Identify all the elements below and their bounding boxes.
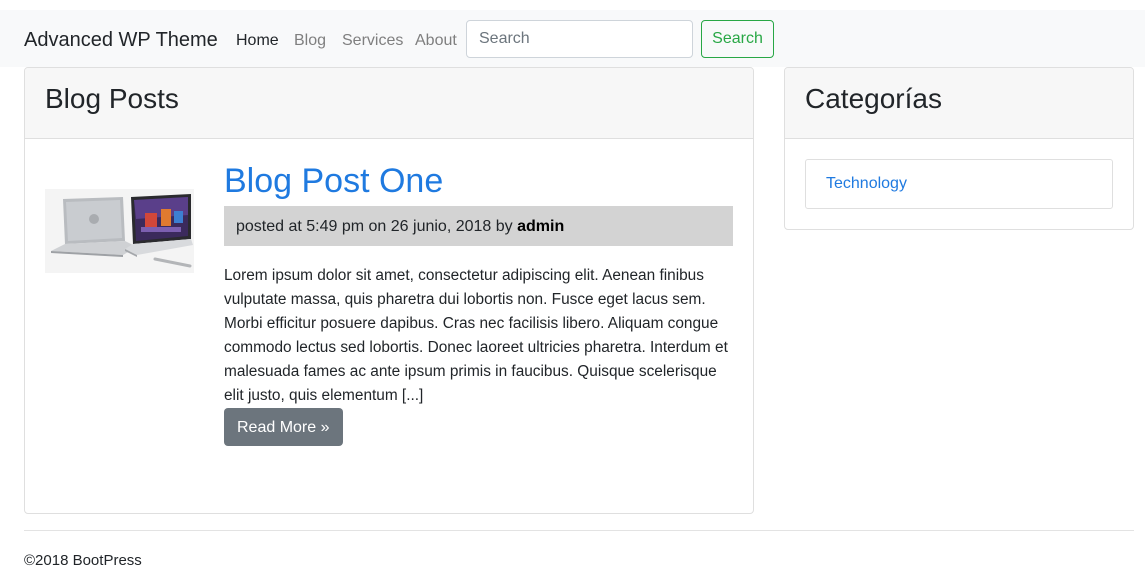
categories-card: Categorías Technology <box>784 67 1134 230</box>
blog-posts-header: Blog Posts <box>25 68 753 139</box>
post-meta-text: posted at 5:49 pm on 26 junio, 2018 by <box>236 218 518 235</box>
category-link-technology[interactable]: Technology <box>826 175 907 192</box>
post-body: Blog Post One posted at 5:49 pm on 26 ju… <box>224 160 733 446</box>
laptop-image-icon <box>45 189 194 273</box>
blog-posts-title: Blog Posts <box>45 83 179 114</box>
blog-posts-card: Blog Posts Blog Post One posted at 5:49 … <box>24 67 754 514</box>
search-input[interactable] <box>466 20 693 58</box>
nav-link-about[interactable]: About <box>415 32 457 50</box>
post-author: admin <box>517 218 565 235</box>
footer-copyright: ©2018 BootPress <box>24 552 142 569</box>
post-thumbnail[interactable] <box>45 189 194 273</box>
read-more-button[interactable]: Read More » <box>224 408 343 446</box>
brand-link[interactable]: Advanced WP Theme <box>24 29 218 52</box>
nav-link-blog[interactable]: Blog <box>294 32 326 50</box>
category-list-item: Technology <box>805 159 1113 209</box>
nav-link-home[interactable]: Home <box>236 32 279 50</box>
post-meta: posted at 5:49 pm on 26 junio, 2018 by a… <box>224 206 733 246</box>
nav-link-services[interactable]: Services <box>342 32 403 50</box>
navbar: Advanced WP Theme Home Blog Services Abo… <box>0 10 1145 67</box>
footer-divider <box>24 530 1134 531</box>
post-excerpt: Lorem ipsum dolor sit amet, consectetur … <box>224 267 728 404</box>
post-title-link[interactable]: Blog Post One <box>224 160 733 204</box>
search-button[interactable]: Search <box>701 20 774 58</box>
categories-title: Categorías <box>805 83 942 114</box>
categories-header: Categorías <box>785 68 1133 139</box>
